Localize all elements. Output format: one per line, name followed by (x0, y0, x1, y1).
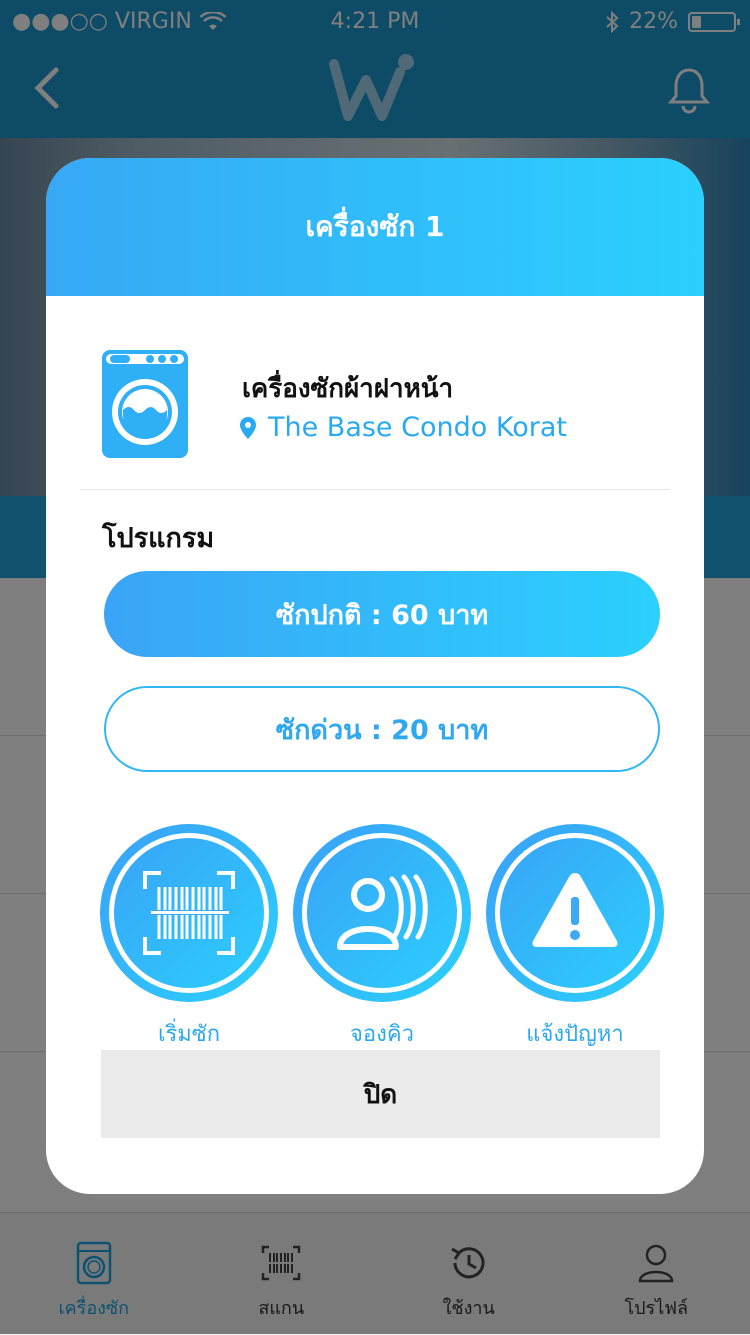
program-label: ซักปกติ : 60 บาท (276, 593, 488, 636)
machine-location: The Base Condo Korat (240, 412, 567, 443)
program-label: ซักด่วน : 20 บาท (276, 708, 489, 751)
action-label: แจ้งปัญหา (486, 1016, 664, 1051)
machine-type: เครื่องซักผ้าฝาหน้า (242, 368, 453, 409)
location-pin-icon (240, 417, 256, 439)
location-name: The Base Condo Korat (268, 412, 567, 443)
close-label: ปิด (364, 1074, 397, 1115)
dialog-header: เครื่องซัก 1 (46, 158, 704, 296)
divider (80, 489, 670, 490)
action-label: จองคิว (293, 1016, 471, 1051)
program-normal-button[interactable]: ซักปกติ : 60 บาท (104, 571, 660, 657)
book-queue-action[interactable]: จองคิว (293, 824, 471, 1051)
dialog-title: เครื่องซัก 1 (305, 205, 444, 249)
warning-icon (525, 863, 625, 963)
report-problem-action[interactable]: แจ้งปัญหา (486, 824, 664, 1051)
machine-dialog: เครื่องซัก 1 เครื่องซักผ้าฝาหน้า The Bas… (46, 158, 704, 1194)
washing-machine-icon (102, 350, 188, 458)
close-button[interactable]: ปิด (101, 1050, 660, 1138)
action-label: เริ่มซัก (100, 1016, 278, 1051)
start-wash-action[interactable]: เริ่มซัก (100, 824, 278, 1051)
start-wash-button[interactable] (100, 824, 278, 1002)
barcode-scan-icon (139, 863, 239, 963)
queue-people-icon (332, 863, 432, 963)
report-problem-button[interactable] (486, 824, 664, 1002)
program-express-button[interactable]: ซักด่วน : 20 บาท (104, 686, 660, 772)
program-heading: โปรแกรม (102, 516, 214, 559)
book-queue-button[interactable] (293, 824, 471, 1002)
